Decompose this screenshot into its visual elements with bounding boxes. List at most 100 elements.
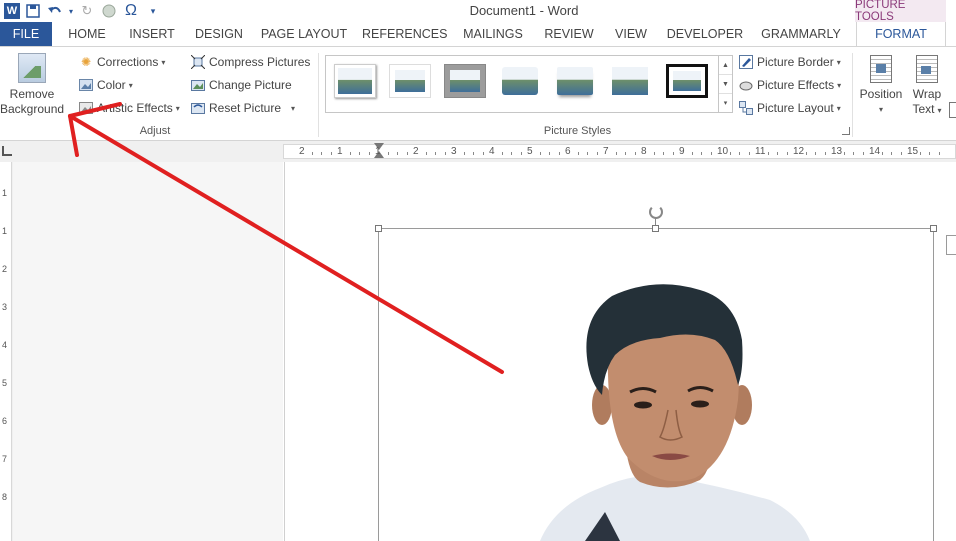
tab-references[interactable]: REFERENCES <box>362 22 447 46</box>
ruler-label: 3 <box>2 302 8 312</box>
tab-format[interactable]: FORMAT <box>856 22 946 47</box>
wrap-label-2-row: Text ▾ <box>908 102 946 118</box>
ruler-label: 6 <box>2 416 8 426</box>
ruler-tick <box>425 152 427 155</box>
tab-page-layout[interactable]: PAGE LAYOUT <box>258 22 350 46</box>
color-button[interactable]: Color ▾ <box>78 75 133 95</box>
tab-selector-icon[interactable] <box>2 146 12 156</box>
group-separator <box>318 53 319 137</box>
ruler-label: 8 <box>2 492 8 502</box>
vertical-ruler[interactable]: 1 1 2 3 4 5 6 7 8 <box>0 162 12 541</box>
title-bar: W ▾ ↻ Ω ▾ Document1 - Word PICTURE TOOLS <box>0 0 956 23</box>
ruler-tick <box>577 152 579 155</box>
remove-background-icon <box>18 53 46 83</box>
picture-style-5[interactable] <box>554 64 596 98</box>
tab-home[interactable]: HOME <box>62 22 112 46</box>
picture-layout-button[interactable]: Picture Layout ▾ <box>738 98 841 118</box>
gallery-down-icon[interactable]: ▼ <box>719 75 732 94</box>
picture-style-1[interactable] <box>334 64 376 98</box>
ruler-tick <box>891 152 892 155</box>
picture-styles-gallery[interactable]: ▲ ▼ ▾ <box>325 55 733 113</box>
wrap-text-button[interactable]: Wrap Text ▾ <box>908 55 946 118</box>
remove-background-label-2: Background <box>0 102 65 116</box>
rotate-handle-icon[interactable] <box>649 205 663 219</box>
ruler-label: 2 <box>413 146 419 157</box>
dialog-launcher-icon[interactable] <box>842 127 850 135</box>
gallery-up-icon[interactable]: ▲ <box>719 56 732 75</box>
ruler-tick <box>929 152 930 155</box>
ruler-tick <box>387 152 389 155</box>
color-icon <box>78 78 94 92</box>
ruler-tick <box>501 152 503 155</box>
ruler-label: 2 <box>2 264 8 274</box>
artistic-effects-icon <box>78 101 94 115</box>
tab-file[interactable]: FILE <box>0 22 52 46</box>
ruler-tick <box>881 152 883 155</box>
artistic-effects-button[interactable]: Artistic Effects ▾ <box>78 98 180 118</box>
tab-design[interactable]: DESIGN <box>192 22 246 46</box>
ruler-tick <box>843 152 845 155</box>
corrections-label: Corrections <box>97 55 159 69</box>
gallery-scroll[interactable]: ▲ ▼ ▾ <box>718 56 732 112</box>
reset-picture-label: Reset Picture <box>209 101 282 115</box>
align-icon[interactable] <box>949 102 956 118</box>
picture-style-7[interactable] <box>666 64 708 98</box>
picture-style-6[interactable] <box>609 64 651 98</box>
picture-effects-label: Picture Effects <box>757 78 835 92</box>
picture-effects-icon <box>738 78 754 92</box>
change-picture-label: Change Picture <box>209 78 292 92</box>
gallery-more-icon[interactable]: ▾ <box>719 94 732 112</box>
ruler-tick <box>625 152 626 155</box>
tab-review[interactable]: REVIEW <box>540 22 598 46</box>
tab-grammarly[interactable]: GRAMMARLY <box>756 22 846 46</box>
picture-border-button[interactable]: Picture Border ▾ <box>738 52 841 72</box>
ribbon-tabs: FILE HOME INSERT DESIGN PAGE LAYOUT REFE… <box>0 22 956 47</box>
resize-handle-top-left[interactable] <box>375 225 382 232</box>
resize-handle-top-right[interactable] <box>930 225 937 232</box>
picture-style-4[interactable] <box>499 64 541 98</box>
ruler-label: 14 <box>869 146 881 157</box>
ruler-tick <box>672 152 674 155</box>
layout-options-icon[interactable] <box>946 235 956 255</box>
ruler-tick <box>349 152 351 155</box>
picture-styles-group-label: Picture Styles <box>543 125 612 137</box>
artistic-effects-label: Artistic Effects <box>97 101 173 115</box>
compress-pictures-button[interactable]: Compress Pictures <box>190 52 310 72</box>
position-button[interactable]: Position ▾ <box>858 55 904 117</box>
picture-style-3[interactable] <box>444 64 486 98</box>
ruler-tick <box>634 152 636 155</box>
ruler-label: 9 <box>679 146 685 157</box>
ruler-tick <box>558 152 560 155</box>
picture-effects-button[interactable]: Picture Effects ▾ <box>738 75 841 95</box>
ruler-label: 4 <box>489 146 495 157</box>
picture-tools-label: PICTURE TOOLS <box>855 0 946 23</box>
change-picture-button[interactable]: Change Picture <box>190 75 292 95</box>
ruler-tick <box>919 152 921 155</box>
resize-handle-top[interactable] <box>652 225 659 232</box>
ruler-tick <box>691 152 693 155</box>
ruler-area: 2 1 1 2 3 4 5 6 7 8 9 10 11 12 13 14 15 <box>0 141 956 162</box>
tab-developer[interactable]: DEVELOPER <box>664 22 746 46</box>
horizontal-ruler[interactable]: 2 1 1 2 3 4 5 6 7 8 9 10 11 12 13 14 15 <box>283 143 956 159</box>
ruler-label: 15 <box>907 146 919 157</box>
ruler-tick <box>539 152 541 155</box>
ruler-label: 6 <box>565 146 571 157</box>
ruler-tick <box>853 152 854 155</box>
color-label: Color <box>97 78 126 92</box>
ruler-tick <box>473 152 474 155</box>
position-label: Position <box>859 87 903 101</box>
tab-view[interactable]: VIEW <box>610 22 652 46</box>
remove-background-button[interactable]: Remove Background <box>0 53 64 117</box>
group-separator <box>852 53 853 137</box>
ruler-tick <box>710 152 712 155</box>
picture-style-2[interactable] <box>389 64 431 98</box>
ruler-tick <box>739 152 740 155</box>
wrap-label-1: Wrap <box>912 87 942 101</box>
selected-picture[interactable] <box>378 228 934 541</box>
ruler-tick <box>701 152 702 155</box>
tab-insert[interactable]: INSERT <box>124 22 180 46</box>
tab-mailings[interactable]: MAILINGS <box>458 22 528 46</box>
border-pen-icon <box>738 55 754 69</box>
corrections-button[interactable]: ✺ Corrections ▾ <box>78 52 165 72</box>
reset-picture-button[interactable]: Reset Picture ▾ <box>190 98 295 118</box>
